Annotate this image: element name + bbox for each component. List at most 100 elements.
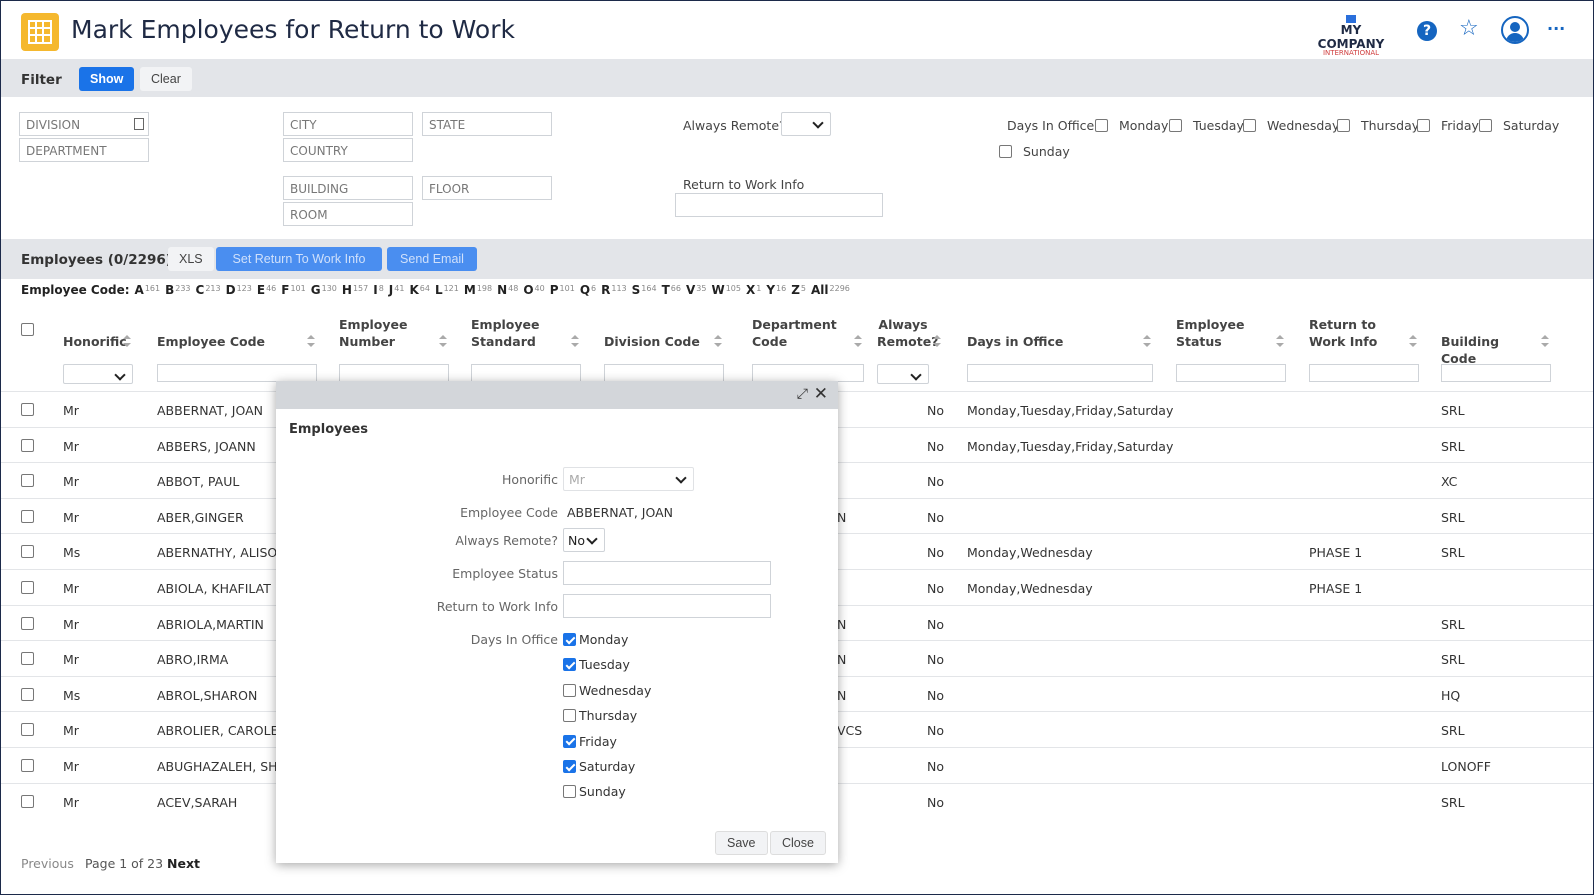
select-all-checkbox[interactable] xyxy=(21,323,34,336)
next-link[interactable]: Next xyxy=(167,856,200,871)
letter-y[interactable]: Y xyxy=(766,283,775,297)
city-input[interactable]: CITY xyxy=(283,112,413,136)
letter-q[interactable]: Q xyxy=(580,283,590,297)
column-header[interactable]: Building Code xyxy=(1441,333,1537,367)
saturday-checkbox[interactable] xyxy=(563,760,576,773)
xls-button[interactable]: XLS xyxy=(168,247,214,271)
column-header[interactable]: Employee Standard xyxy=(471,316,567,350)
sort-icon[interactable] xyxy=(1143,335,1151,347)
more-icon[interactable]: ··· xyxy=(1547,19,1565,38)
thursday-checkbox[interactable] xyxy=(1337,119,1350,132)
rtw-info-input[interactable] xyxy=(675,193,883,217)
letter-m[interactable]: M xyxy=(464,283,476,297)
department-input[interactable]: DEPARTMENT xyxy=(19,138,149,162)
column-filter[interactable] xyxy=(752,364,864,382)
row-checkbox[interactable] xyxy=(21,403,34,416)
column-header[interactable]: Honorific xyxy=(63,333,127,350)
division-input[interactable]: DIVISION xyxy=(19,112,149,136)
room-input[interactable]: ROOM xyxy=(283,202,413,226)
clear-button[interactable]: Clear xyxy=(140,67,192,91)
wednesday-checkbox[interactable] xyxy=(563,683,576,697)
letter-n[interactable]: N xyxy=(497,283,507,297)
column-filter[interactable] xyxy=(63,364,133,384)
sort-icon[interactable] xyxy=(714,335,722,347)
column-header[interactable]: Return to Work Info xyxy=(1309,316,1405,350)
monday-checkbox[interactable] xyxy=(1095,119,1108,132)
letter-a[interactable]: A xyxy=(135,283,144,297)
letter-l[interactable]: L xyxy=(435,283,443,297)
set-rtw-info-button[interactable]: Set Return To Work Info xyxy=(216,247,382,271)
letter-x[interactable]: X xyxy=(746,283,755,297)
row-checkbox[interactable] xyxy=(21,794,34,808)
sort-icon[interactable] xyxy=(439,335,447,347)
column-filter[interactable] xyxy=(1176,364,1286,382)
honorific-select[interactable]: Mr xyxy=(563,467,694,491)
lookup-icon[interactable] xyxy=(134,118,144,130)
sort-icon[interactable] xyxy=(123,335,131,347)
floor-input[interactable]: FLOOR xyxy=(422,176,552,200)
letter-b[interactable]: B xyxy=(165,283,174,297)
row-checkbox[interactable] xyxy=(21,438,34,452)
column-header[interactable]: Division Code xyxy=(604,333,710,350)
sort-icon[interactable] xyxy=(1276,335,1284,347)
row-checkbox[interactable] xyxy=(21,545,34,559)
country-input[interactable]: COUNTRY xyxy=(283,138,413,162)
sort-icon[interactable] xyxy=(1409,335,1417,347)
rtw-info-input[interactable] xyxy=(563,594,771,618)
column-filter[interactable] xyxy=(339,364,449,382)
letter-v[interactable]: V xyxy=(686,283,695,297)
row-checkbox[interactable] xyxy=(21,687,34,701)
column-filter[interactable] xyxy=(604,364,724,382)
building-input[interactable]: BUILDING xyxy=(283,176,413,200)
letter-s[interactable]: S xyxy=(632,283,641,297)
show-button[interactable]: Show xyxy=(79,67,135,91)
user-avatar-icon[interactable] xyxy=(1501,16,1529,44)
column-filter[interactable] xyxy=(157,364,317,382)
send-email-button[interactable]: Send Email xyxy=(387,247,477,271)
letter-w[interactable]: W xyxy=(711,283,724,297)
column-header[interactable]: Employee Number xyxy=(339,316,435,350)
column-header[interactable]: Days in Office xyxy=(967,333,1139,350)
always-remote-select[interactable] xyxy=(781,112,831,136)
sort-icon[interactable] xyxy=(571,335,579,347)
letter-i[interactable]: I xyxy=(373,283,377,297)
saturday-checkbox[interactable] xyxy=(1479,119,1492,132)
column-filter[interactable] xyxy=(877,364,929,384)
column-header[interactable]: Employee Code xyxy=(157,333,303,350)
friday-checkbox[interactable] xyxy=(1417,119,1430,132)
row-checkbox[interactable] xyxy=(21,723,34,737)
column-filter[interactable] xyxy=(967,364,1153,382)
tuesday-checkbox[interactable] xyxy=(563,658,576,672)
letter-g[interactable]: G xyxy=(311,283,321,297)
column-filter[interactable] xyxy=(1441,364,1551,382)
letter-r[interactable]: R xyxy=(601,283,610,297)
sort-icon[interactable] xyxy=(307,335,315,347)
sort-icon[interactable] xyxy=(1541,335,1549,347)
friday-checkbox[interactable] xyxy=(563,734,576,748)
letter-z[interactable]: Z xyxy=(791,283,800,297)
column-header[interactable]: Department Code xyxy=(752,316,850,350)
maximize-icon[interactable]: ⤢ xyxy=(797,386,808,402)
row-checkbox[interactable] xyxy=(21,509,34,523)
letter-f[interactable]: F xyxy=(281,283,289,297)
row-checkbox[interactable] xyxy=(21,652,34,666)
column-filter[interactable] xyxy=(471,364,581,382)
column-header[interactable]: Always Remote? xyxy=(877,316,938,350)
letter-t[interactable]: T xyxy=(662,283,670,297)
close-icon[interactable]: ✕ xyxy=(814,384,828,404)
thursday-checkbox[interactable] xyxy=(563,709,576,723)
letter-all[interactable]: All xyxy=(811,283,829,297)
letter-c[interactable]: C xyxy=(196,283,205,297)
state-input[interactable]: STATE xyxy=(422,112,552,136)
letter-h[interactable]: H xyxy=(342,283,352,297)
row-checkbox[interactable] xyxy=(21,759,34,772)
letter-j[interactable]: J xyxy=(389,283,393,297)
always-remote-select[interactable]: No xyxy=(563,528,605,552)
column-filter[interactable] xyxy=(1309,364,1419,382)
letter-o[interactable]: O xyxy=(523,283,533,297)
letter-e[interactable]: E xyxy=(257,283,265,297)
help-icon[interactable]: ? xyxy=(1417,21,1437,41)
sort-icon[interactable] xyxy=(854,335,862,347)
sort-icon[interactable] xyxy=(933,335,941,347)
row-checkbox[interactable] xyxy=(21,474,34,488)
